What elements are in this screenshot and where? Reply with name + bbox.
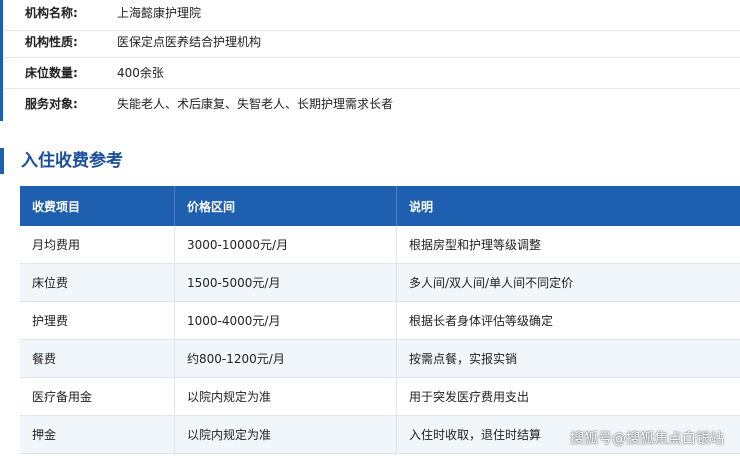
table-row: 床位费 1500-5000元/月 多人间/双人间/单人间不同定价 — [20, 263, 740, 302]
info-label: 服务对象: — [25, 97, 78, 111]
info-label: 床位数量: — [25, 66, 78, 80]
info-label: 机构名称: — [25, 6, 78, 20]
table-cell: 月均费用 — [20, 226, 175, 264]
table-cell: 餐费 — [20, 339, 175, 378]
table-cell: 根据长者身体评估等级确定 — [396, 301, 740, 340]
table-header-row: 收费项目 价格区间 说明 — [20, 186, 740, 226]
table-cell: 用于突发医疗费用支出 — [396, 377, 740, 416]
table-cell: 按需点餐，实报实销 — [396, 339, 740, 378]
column-header: 说明 — [396, 186, 740, 226]
info-value: 上海懿康护理院 — [117, 6, 202, 20]
info-row-beds: 床位数量: 400余张 — [3, 58, 740, 89]
section-title: 入住收费参考 — [0, 148, 123, 174]
table-cell: 1500-5000元/月 — [174, 263, 397, 302]
column-header: 价格区间 — [174, 186, 397, 226]
info-row-nature: 机构性质: 医保定点医养结合护理机构 — [3, 27, 740, 58]
table-cell: 床位费 — [20, 263, 175, 302]
info-label: 机构性质: — [25, 35, 78, 49]
table-cell: 医疗备用金 — [20, 377, 175, 416]
table-row: 餐费 约800-1200元/月 按需点餐，实报实销 — [20, 339, 740, 378]
info-value: 医保定点医养结合护理机构 — [117, 35, 262, 49]
info-value: 失能老人、术后康复、失智老人、长期护理需求长者 — [117, 97, 394, 111]
table-row: 医疗备用金 以院内规定为准 用于突发医疗费用支出 — [20, 377, 740, 416]
table-cell: 多人间/双人间/单人间不同定价 — [396, 263, 740, 302]
column-header: 收费项目 — [20, 186, 175, 226]
info-row-service: 服务对象: 失能老人、术后康复、失智老人、长期护理需求长者 — [3, 89, 740, 120]
info-value: 400余张 — [117, 66, 164, 80]
table-row: 护理费 1000-4000元/月 根据长者身体评估等级确定 — [20, 301, 740, 340]
table-cell: 1000-4000元/月 — [174, 301, 397, 340]
watermark: 搜狐号@搜狐焦点白银站 — [570, 431, 724, 447]
table-cell: 押金 — [20, 415, 175, 454]
table-cell: 约800-1200元/月 — [174, 339, 397, 378]
table-cell: 以院内规定为准 — [174, 415, 397, 454]
institution-info: 机构名称: 上海懿康护理院 机构性质: 医保定点医养结合护理机构 床位数量: 4… — [0, 0, 740, 121]
table-cell: 护理费 — [20, 301, 175, 340]
table-row: 月均费用 3000-10000元/月 根据房型和护理等级调整 — [20, 226, 740, 264]
fee-table: 收费项目 价格区间 说明 月均费用 3000-10000元/月 根据房型和护理等… — [20, 186, 740, 454]
table-cell: 根据房型和护理等级调整 — [396, 226, 740, 264]
table-cell: 3000-10000元/月 — [174, 226, 397, 264]
table-cell: 以院内规定为准 — [174, 377, 397, 416]
